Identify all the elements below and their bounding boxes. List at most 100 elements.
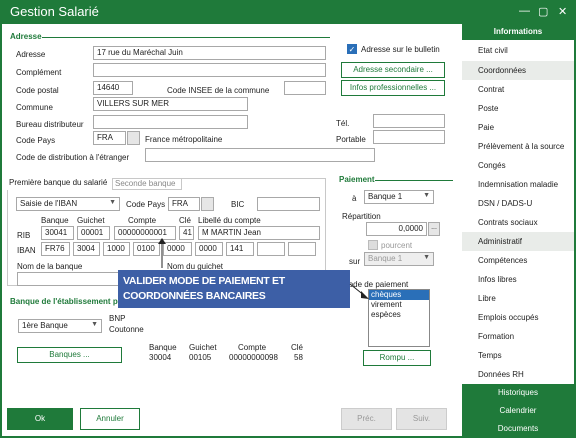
rib-label: RIB [17, 231, 31, 240]
paiement-a-select[interactable]: Banque 1 ▼ [364, 190, 434, 204]
iban-label: IBAN [17, 246, 36, 255]
portable-label: Portable [336, 135, 366, 144]
tab-premiere-banque[interactable]: Première banque du salarié [7, 178, 112, 190]
banque-code-pays-input[interactable]: FRA [168, 197, 200, 211]
bic-label: BIC [231, 200, 245, 209]
sidebar-item-donnees-rh[interactable]: Données RH [462, 365, 574, 384]
code-postal-input[interactable]: 14640 [93, 81, 133, 95]
code-distribution-input[interactable] [145, 148, 375, 162]
rompu-button[interactable]: Rompu ... [363, 350, 431, 366]
chevron-down-icon: ▼ [109, 199, 116, 206]
adresse-section-title: Adresse [10, 32, 42, 41]
sidebar-item-infos-libres[interactable]: Infos libres [462, 270, 574, 289]
tab-seconde-banque[interactable]: Seconde banque [112, 178, 182, 190]
annuler-button[interactable]: Annuler [80, 408, 140, 430]
col-libelle-header: Libellé du compte [198, 216, 261, 225]
etab-col-cle: Clé [291, 343, 304, 352]
portable-input[interactable] [373, 130, 445, 144]
sidebar-item-dsn[interactable]: DSN / DADS-U [462, 194, 574, 213]
repartition-input[interactable]: 0,0000 [366, 222, 427, 236]
sidebar-item-conges[interactable]: Congés [462, 156, 574, 175]
chevron-down-icon: ▼ [423, 192, 430, 199]
etablissement-banque-select[interactable]: 1ère Banque ▼ [18, 319, 102, 333]
iban-part-1[interactable]: FR76 [41, 242, 70, 256]
chevron-down-icon: ▼ [91, 321, 98, 328]
repartition-label: Répartition [342, 212, 381, 221]
sidebar-item-paie[interactable]: Paie [462, 118, 574, 137]
adresse-divider [42, 37, 330, 38]
callout-arrows [158, 238, 369, 299]
etab-guichet-value: 00105 [189, 353, 212, 362]
sidebar-item-libre[interactable]: Libre [462, 289, 574, 308]
bic-input[interactable] [257, 197, 320, 211]
mode-option-especes[interactable]: espèces [369, 310, 429, 320]
commune-input[interactable]: VILLERS SUR MER [93, 97, 248, 111]
minimize-icon[interactable]: — [519, 5, 530, 17]
code-postal-label: Code postal [16, 86, 59, 95]
banque-code-pays-lookup-button[interactable] [201, 197, 214, 211]
maximize-icon[interactable]: ▢ [538, 5, 548, 18]
insee-input[interactable] [284, 81, 326, 95]
bureau-distributeur-input[interactable] [93, 115, 248, 129]
etablissement-bank-name: BNP [109, 314, 126, 323]
etab-compte-value: 00000000098 [229, 353, 278, 362]
rib-guichet-input[interactable]: 00001 [77, 226, 110, 240]
sidebar-item-formation[interactable]: Formation [462, 327, 574, 346]
iban-part-2[interactable]: 3004 [73, 242, 100, 256]
etablissement-banque-value: 1ère Banque [22, 321, 68, 330]
saisie-iban-value: Saisie de l'IBAN [20, 199, 78, 208]
bulletin-checkbox[interactable]: ✓ [347, 44, 357, 54]
sidebar-item-temps[interactable]: Temps [462, 346, 574, 365]
bureau-distributeur-label: Bureau distributeur [16, 120, 84, 129]
code-pays-input[interactable]: FRA [93, 131, 126, 145]
sidebar-item-contrat[interactable]: Contrat [462, 80, 574, 99]
col-banque-header: Banque [41, 216, 69, 225]
paiement-divider [375, 180, 453, 181]
bulletin-label: Adresse sur le bulletin [361, 45, 440, 54]
paiement-a-value: Banque 1 [368, 192, 403, 201]
sidebar-item-emplois[interactable]: Emplois occupés [462, 308, 574, 327]
commune-label: Commune [16, 103, 53, 112]
sidebar-historiques[interactable]: Historiques [462, 384, 574, 402]
window-title: Gestion Salarié [10, 4, 99, 19]
close-icon[interactable]: ✕ [558, 5, 567, 18]
sidebar-item-contrats-sociaux[interactable]: Contrats sociaux [462, 213, 574, 232]
sidebar-calendrier[interactable]: Calendrier [462, 402, 574, 420]
tel-label: Tél. [336, 119, 350, 128]
title-bar: Gestion Salarié — ▢ ✕ [0, 0, 576, 24]
complement-input[interactable] [93, 63, 326, 77]
sidebar-item-competences[interactable]: Compétences [462, 251, 574, 270]
adresse-secondaire-button[interactable]: Adresse secondaire ... [341, 62, 445, 78]
prec-button[interactable]: Préc. [341, 408, 392, 430]
etablissement-section-title: Banque de l'établissement pay [10, 297, 127, 306]
adresse-input[interactable]: 17 rue du Maréchal Juin [93, 46, 326, 60]
banques-button[interactable]: Banques ... [17, 347, 122, 363]
sidebar-documents[interactable]: Documents [462, 420, 574, 438]
complement-label: Complément [16, 68, 62, 77]
sidebar-item-prelevement[interactable]: Prélèvement à la source [462, 137, 574, 156]
tel-input[interactable] [373, 114, 445, 128]
etablissement-bank-city: Coutonne [109, 325, 144, 334]
arrow-head-right-icon [361, 291, 369, 299]
sidebar-item-indemnisation[interactable]: Indemnisation maladie [462, 175, 574, 194]
paiement-section-title: Paiement [339, 175, 375, 184]
sidebar: Informations Etat civil Coordonnées Cont… [462, 24, 574, 438]
etab-cle-value: 58 [294, 353, 303, 362]
chevron-down-icon: ▼ [423, 254, 430, 261]
adresse-label: Adresse [16, 50, 46, 59]
infos-professionnelles-button[interactable]: Infos professionnelles ... [341, 80, 445, 96]
sidebar-item-poste[interactable]: Poste [462, 99, 574, 118]
suiv-button[interactable]: Suiv. [396, 408, 447, 430]
nom-banque-label: Nom de la banque [17, 262, 83, 271]
sidebar-item-coordonnees[interactable]: Coordonnées [462, 61, 574, 80]
rib-banque-input[interactable]: 30041 [41, 226, 74, 240]
etab-col-guichet: Guichet [189, 343, 217, 352]
ok-button[interactable]: Ok [7, 408, 73, 430]
code-pays-label: Code Pays [16, 136, 56, 145]
code-pays-lookup-button[interactable] [127, 131, 140, 145]
sidebar-item-etat-civil[interactable]: Etat civil [462, 41, 574, 60]
col-compte-header: Compte [128, 216, 157, 225]
sidebar-item-administratif[interactable]: Administratif [462, 232, 574, 251]
saisie-iban-select[interactable]: Saisie de l'IBAN ▼ [16, 197, 120, 211]
repartition-lookup-button[interactable]: ... [428, 222, 440, 236]
